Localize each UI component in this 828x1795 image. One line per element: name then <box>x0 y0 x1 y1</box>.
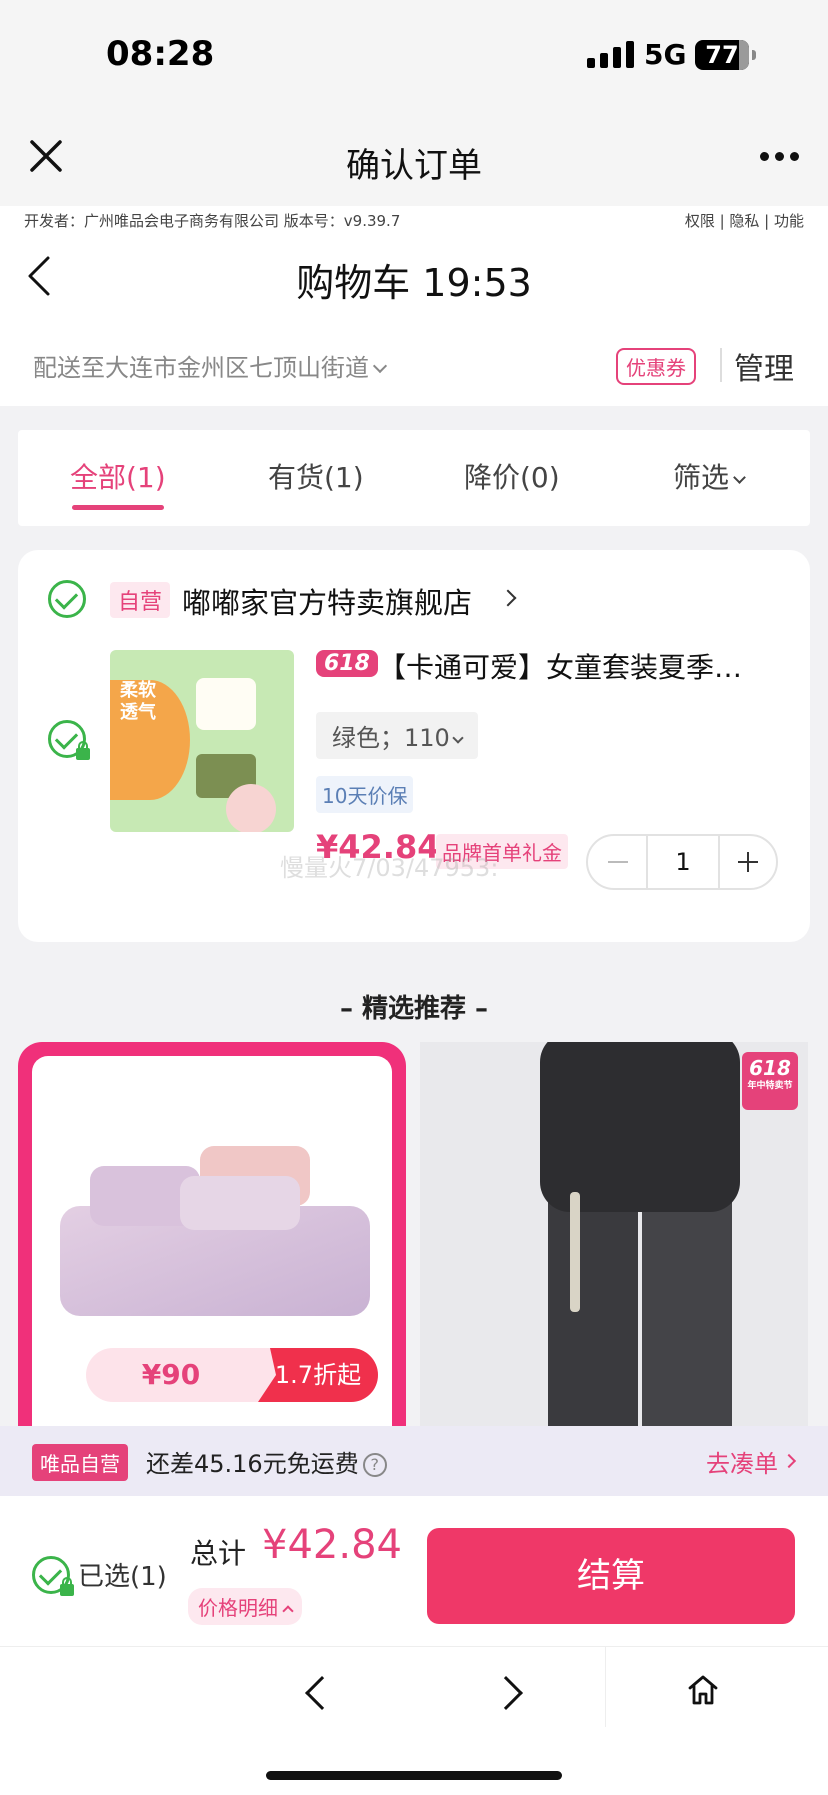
variant-text: 绿色；110 <box>332 724 450 752</box>
signal-icon <box>587 40 634 68</box>
tab-filter-label: 筛选 <box>673 461 730 494</box>
more-icon[interactable] <box>760 152 799 161</box>
plus-icon[interactable] <box>720 836 778 888</box>
mini-program-header: 确认订单 <box>0 110 828 206</box>
tab-in-stock[interactable]: 有货(1) <box>268 456 364 496</box>
forward-arrow-icon[interactable] <box>489 1676 523 1710</box>
permission-links[interactable]: 权限 | 隐私 | 功能 <box>685 210 804 231</box>
bottom-navigation <box>0 1646 828 1795</box>
minus-icon[interactable] <box>588 836 646 888</box>
tab-filter[interactable]: 筛选 <box>673 456 746 496</box>
manage-button[interactable]: 管理 <box>734 344 794 388</box>
product-title[interactable]: 【卡通可爱】女童套装夏季… <box>378 646 792 686</box>
promo-618-text: 618 <box>749 1056 791 1080</box>
variant-selector[interactable]: 绿色；110 <box>316 712 478 759</box>
filter-tabs: 全部(1) 有货(1) 降价(0) 筛选 <box>18 430 810 526</box>
developer-text: 开发者：广州唯品会电子商务有限公司 版本号：v9.39.7 <box>24 212 401 230</box>
bedding-image <box>60 1146 370 1316</box>
status-bar: 08:28 5G 77 <box>0 0 828 110</box>
product-image-text: 柔软透气 <box>120 680 156 723</box>
store-name[interactable]: 嘟嘟家官方特卖旗舰店 <box>182 580 472 622</box>
cart-store-card: 自营 嘟嘟家官方特卖旗舰店 柔软透气 618 【卡通可爱】女童套装夏季… 绿色；… <box>18 550 810 942</box>
recommend-card-bedding[interactable]: ¥90 1.7折起 <box>18 1042 406 1432</box>
price-guarantee-tag: 10天价保 <box>316 776 414 813</box>
total-label: 总计 <box>190 1537 247 1570</box>
price-detail-label: 价格明细 <box>198 1596 278 1620</box>
divider <box>605 1647 606 1727</box>
chevron-down-icon <box>733 471 746 484</box>
price-pill: ¥90 1.7折起 <box>86 1348 378 1402</box>
vip-self-tag: 唯品自营 <box>32 1444 128 1481</box>
battery-icon: 77 <box>695 40 756 70</box>
recommend-price: ¥90 <box>141 1358 201 1391</box>
delivery-address-text: 配送至大连市金州区七顶山街道 <box>33 354 369 382</box>
checkout-button[interactable]: 结算 <box>427 1528 795 1624</box>
home-indicator <box>266 1771 562 1780</box>
help-icon[interactable]: ? <box>362 1453 387 1477</box>
tab-price-drop[interactable]: 降价(0) <box>464 456 560 496</box>
price-detail-button[interactable]: 价格明细 <box>188 1588 302 1625</box>
chevron-down-icon <box>372 358 388 374</box>
lock-icon <box>60 1577 74 1596</box>
add-items-link[interactable]: 去凑单 <box>706 1444 778 1479</box>
chevron-right-icon[interactable] <box>781 1453 797 1469</box>
back-arrow-icon[interactable] <box>305 1676 339 1710</box>
checkout-bar: 已选(1) 总计 ¥42.84 价格明细 结算 <box>0 1496 828 1646</box>
battery-level: 77 <box>705 41 739 69</box>
quantity-value[interactable]: 1 <box>646 836 720 888</box>
free-shipping-message: 还差45.16元免运费? <box>146 1444 387 1479</box>
recommend-title: – 精选推荐 – <box>339 994 489 1024</box>
cart-header: 购物车 19:53 配送至大连市金州区七顶山街道 优惠券 管理 <box>0 236 828 406</box>
header-title: 确认订单 <box>346 146 482 186</box>
quantity-stepper: 1 <box>586 834 778 890</box>
home-icon[interactable] <box>686 1673 720 1707</box>
lock-icon <box>76 741 90 760</box>
free-shipping-text: 还差45.16元免运费 <box>146 1450 359 1478</box>
tab-all[interactable]: 全部(1) <box>70 456 166 510</box>
chevron-right-icon[interactable] <box>499 589 517 607</box>
self-operated-tag: 自营 <box>110 582 171 618</box>
promo-618-subtext: 年中特卖节 <box>747 1081 793 1091</box>
total-price: ¥42.84 <box>262 1522 402 1568</box>
free-shipping-bar: 唯品自营 还差45.16元免运费? 去凑单 <box>0 1426 828 1496</box>
developer-info: 开发者：广州唯品会电子商务有限公司 版本号：v9.39.7 权限 | 隐私 | … <box>0 206 828 236</box>
promo-618-badge: 618 年中特卖节 <box>742 1052 798 1110</box>
coupon-button[interactable]: 优惠券 <box>616 348 696 385</box>
chevron-up-icon <box>282 1605 294 1617</box>
selected-count[interactable]: 已选(1) <box>78 1556 167 1593</box>
page-title: 购物车 19:53 <box>296 261 532 305</box>
divider <box>720 348 722 382</box>
chevron-down-icon <box>452 732 464 744</box>
promo-618-badge: 618 <box>316 650 378 677</box>
network-type: 5G <box>644 38 687 71</box>
delivery-address[interactable]: 配送至大连市金州区七顶山街道 <box>33 348 388 383</box>
store-check-icon[interactable] <box>48 580 86 618</box>
product-image[interactable]: 柔软透气 <box>110 650 294 832</box>
status-time: 08:28 <box>106 34 215 74</box>
recommend-card-pants[interactable]: 618 年中特卖节 <box>420 1042 808 1432</box>
watermark: 慢量火7/03/47953: <box>280 854 499 882</box>
discount-tag: 1.7折起 <box>258 1348 378 1402</box>
